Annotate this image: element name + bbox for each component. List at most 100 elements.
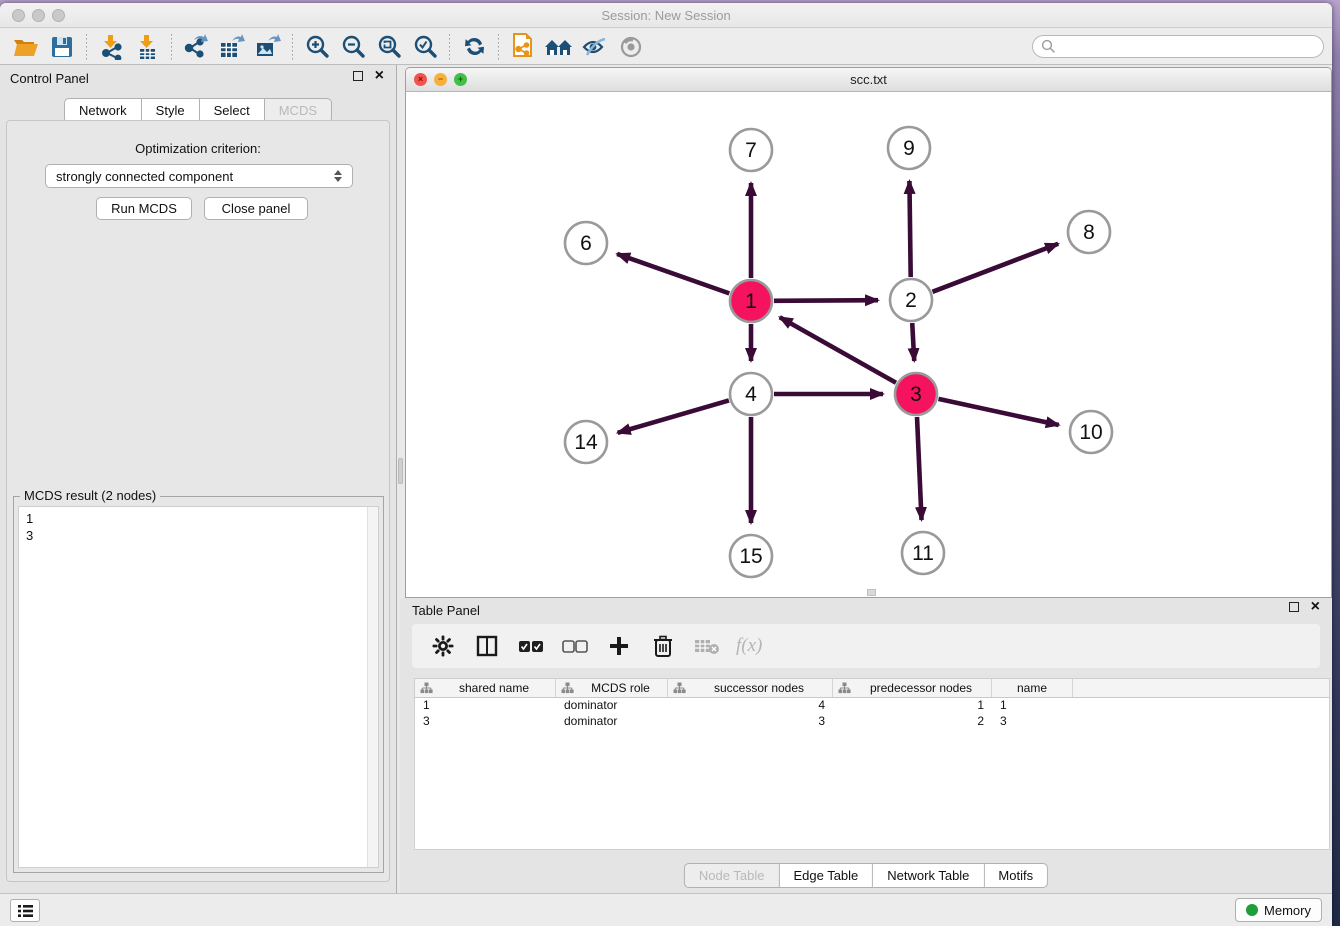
deselect-all-button[interactable] (560, 631, 590, 661)
export-network-button[interactable] (178, 32, 214, 62)
window-title: Session: New Session (0, 8, 1332, 23)
zoom-selected-icon (413, 34, 438, 59)
float-panel-icon[interactable] (353, 71, 363, 81)
close-panel-button[interactable]: Close panel (204, 197, 308, 220)
node-label-11: 11 (912, 542, 934, 565)
cell-successor-nodes[interactable]: 3 (668, 714, 833, 730)
delete-column-button[interactable] (648, 631, 678, 661)
node-label-1: 1 (745, 290, 757, 313)
zoom-in-button[interactable] (299, 32, 335, 62)
table-panel-title: Table Panel (412, 603, 480, 618)
run-mcds-button[interactable]: Run MCDS (96, 197, 192, 220)
delete-table-button[interactable] (692, 631, 722, 661)
copy-view-button[interactable] (505, 32, 541, 62)
node-label-8: 8 (1083, 221, 1095, 244)
tab-motifs[interactable]: Motifs (984, 863, 1048, 888)
edge-1-6[interactable] (617, 254, 729, 293)
search-input[interactable] (1056, 40, 1315, 54)
tab-node-table[interactable]: Node Table (684, 863, 780, 888)
task-list-icon (17, 904, 34, 918)
cell-predecessor-nodes[interactable]: 1 (833, 698, 992, 714)
network-window-titlebar[interactable]: × − + scc.txt (406, 68, 1331, 92)
show-column-button[interactable] (472, 631, 502, 661)
edge-1-2[interactable] (774, 300, 878, 301)
open-file-button[interactable] (8, 32, 44, 62)
edge-2-9[interactable] (909, 181, 910, 277)
column-header-successor-nodes[interactable]: successor nodes (668, 679, 833, 697)
main-toolbar (0, 29, 1332, 65)
mcds-tab-content: Optimization criterion: strongly connect… (6, 120, 390, 882)
control-panel: Control Panel × NetworkStyleSelectMCDS O… (0, 65, 397, 896)
mcds-result-textarea[interactable]: 13 (18, 506, 379, 868)
panel-splitter-handle[interactable] (398, 458, 403, 484)
edge-3-11[interactable] (917, 417, 922, 520)
column-header-label: predecessor nodes (851, 681, 991, 695)
cell-name[interactable]: 1 (992, 698, 1073, 714)
edge-2-8[interactable] (932, 244, 1058, 292)
column-header-shared-name[interactable]: shared name (415, 679, 556, 697)
zoom-in-icon (305, 34, 330, 59)
application-window: Session: New Session (0, 3, 1332, 926)
create-column-button[interactable] (604, 631, 634, 661)
memory-button-label: Memory (1264, 903, 1311, 918)
cell-predecessor-nodes[interactable]: 2 (833, 714, 992, 730)
search-field[interactable] (1032, 35, 1324, 58)
zoom-out-button[interactable] (335, 32, 371, 62)
result-scrollbar[interactable] (367, 507, 378, 867)
node-label-9: 9 (903, 137, 915, 160)
import-table-button[interactable] (129, 32, 165, 62)
column-header-predecessor-nodes[interactable]: predecessor nodes (833, 679, 992, 697)
node-label-3: 3 (910, 383, 922, 406)
zoom-fit-button[interactable] (371, 32, 407, 62)
tab-network-table[interactable]: Network Table (873, 863, 984, 888)
cell-shared-name[interactable]: 1 (415, 698, 556, 714)
first-neighbors-button[interactable] (541, 32, 577, 62)
apply-layout-button[interactable] (456, 32, 492, 62)
function-builder-button[interactable]: f(x) (736, 631, 762, 661)
memory-button[interactable]: Memory (1235, 898, 1322, 922)
select-stepper-icon (334, 170, 342, 182)
memory-status-icon (1246, 904, 1258, 916)
column-header-MCDS-role[interactable]: MCDS role (556, 679, 668, 697)
cell-MCDS-role[interactable]: dominator (556, 714, 668, 730)
save-session-button[interactable] (44, 32, 80, 62)
zoom-fit-icon (377, 34, 402, 59)
export-network-icon (182, 34, 210, 60)
select-all-button[interactable] (516, 631, 546, 661)
node-table[interactable]: shared nameMCDS rolesuccessor nodes prede… (414, 678, 1330, 850)
gear-icon (432, 635, 454, 657)
cell-MCDS-role[interactable]: dominator (556, 698, 668, 714)
network-canvas[interactable]: 7968124314101511 (406, 92, 1331, 597)
frame-resize-handle[interactable] (867, 589, 876, 596)
edge-4-14[interactable] (618, 400, 729, 432)
export-image-button[interactable] (250, 32, 286, 62)
hide-selected-button[interactable] (577, 32, 613, 62)
import-network-button[interactable] (93, 32, 129, 62)
toolbar-separator (449, 34, 450, 60)
cell-name[interactable]: 3 (992, 714, 1073, 730)
cell-shared-name[interactable]: 3 (415, 714, 556, 730)
float-table-panel-icon[interactable] (1289, 602, 1299, 612)
table-settings-button[interactable] (428, 631, 458, 661)
zoom-selected-button[interactable] (407, 32, 443, 62)
optimization-select[interactable]: strongly connected component (45, 164, 353, 188)
column-header-label: name (992, 681, 1072, 695)
tab-edge-table[interactable]: Edge Table (779, 863, 873, 888)
column-header-name[interactable]: name (992, 679, 1073, 697)
edge-3-10[interactable] (938, 399, 1058, 425)
table-row[interactable]: 1dominator411 (415, 698, 1329, 714)
copy-view-icon (510, 33, 536, 61)
toolbar-separator (86, 34, 87, 60)
close-panel-icon[interactable]: × (375, 71, 384, 81)
show-all-button[interactable] (613, 32, 649, 62)
edge-3-1[interactable] (780, 317, 896, 383)
show-task-history-button[interactable] (10, 899, 40, 922)
table-row[interactable]: 3dominator323 (415, 714, 1329, 730)
window-titlebar: Session: New Session (0, 3, 1332, 28)
cell-successor-nodes[interactable]: 4 (668, 698, 833, 714)
toolbar-separator (292, 34, 293, 60)
close-table-panel-icon[interactable]: × (1311, 602, 1320, 612)
edge-2-3[interactable] (912, 323, 914, 361)
export-table-button[interactable] (214, 32, 250, 62)
column-type-icon (561, 682, 574, 694)
